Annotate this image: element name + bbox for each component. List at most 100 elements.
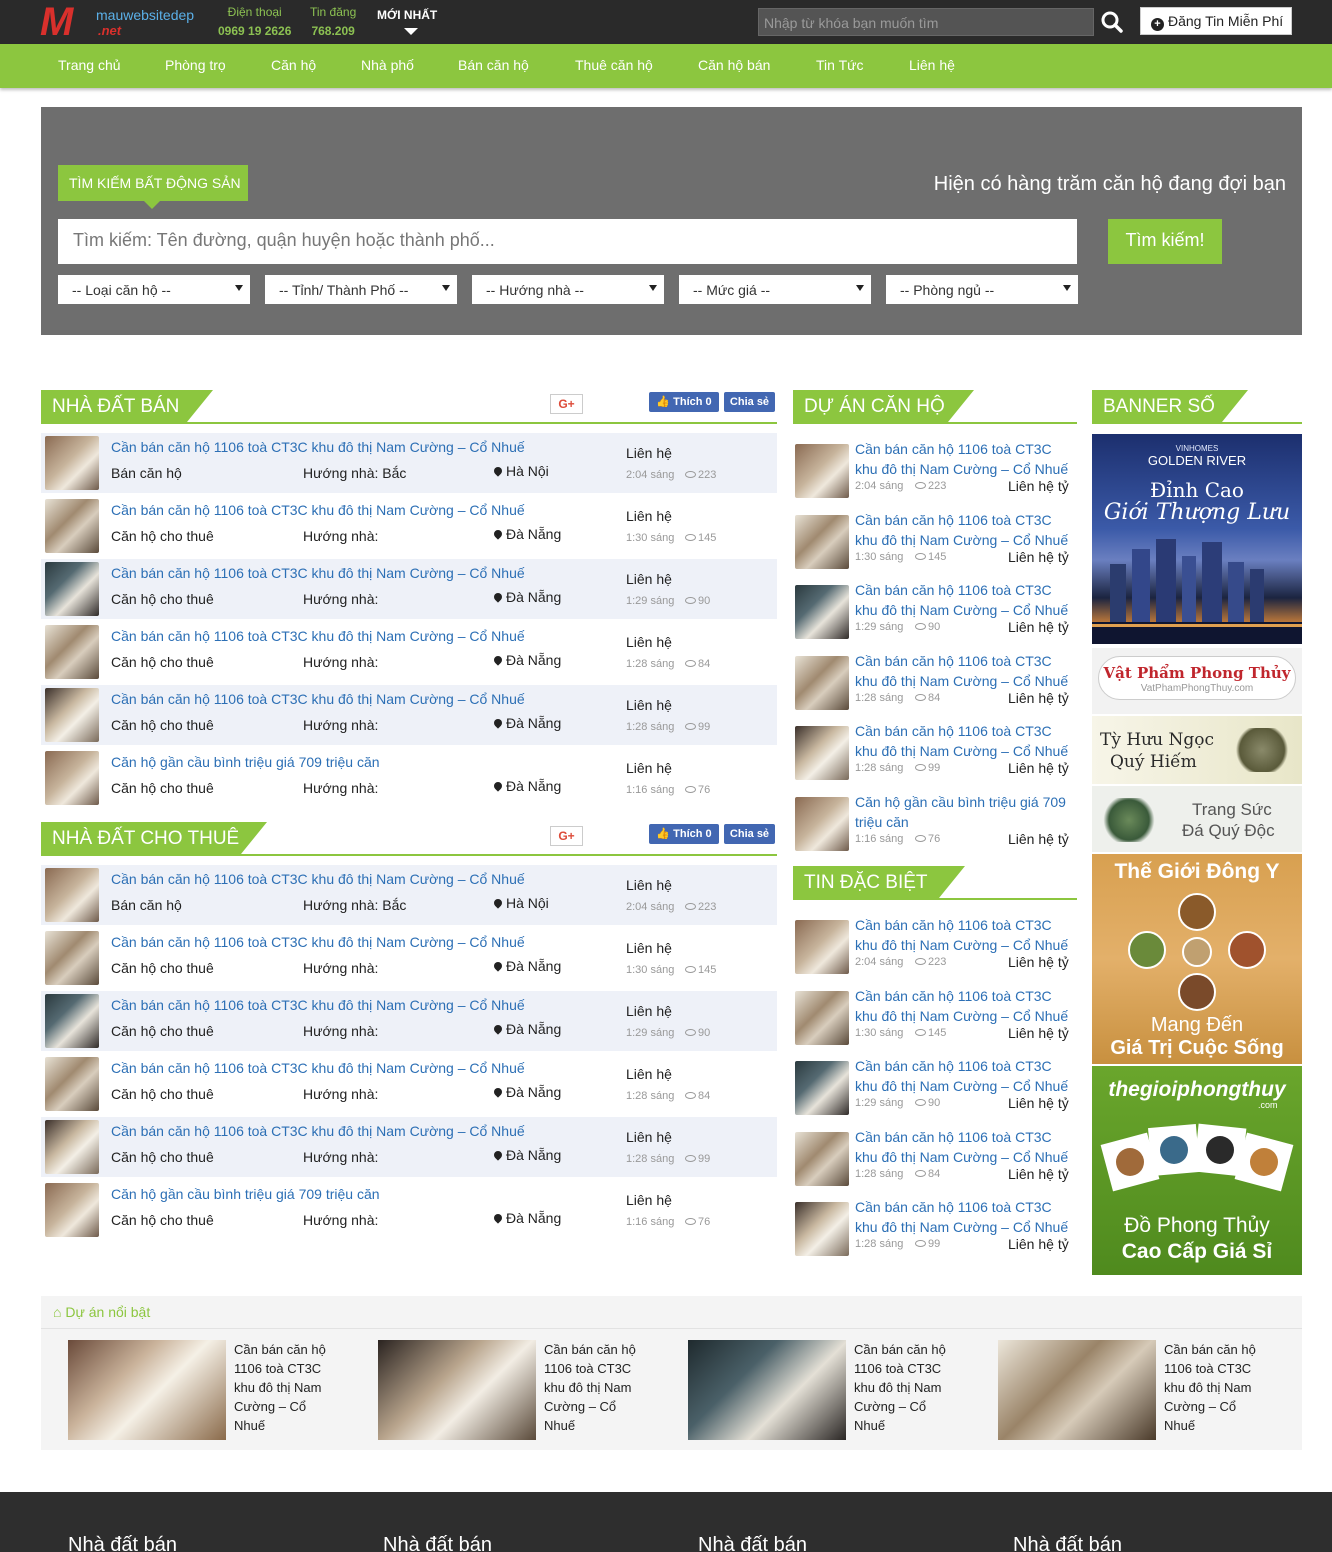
listing-thumbnail[interactable]: [45, 688, 99, 742]
project-row[interactable]: Cần bán căn hộ 1106 toà CT3C khu đô thị …: [793, 1194, 1077, 1262]
project-title[interactable]: Căn hộ gần cầu bình triệu giá 709 triệu …: [855, 792, 1077, 832]
nav-item-news[interactable]: Tin Tức: [816, 57, 864, 73]
project-row[interactable]: Cần bán căn hộ 1106 toà CT3C khu đô thị …: [793, 436, 1077, 504]
listing-thumbnail[interactable]: [45, 868, 99, 922]
listing-thumbnail[interactable]: [45, 562, 99, 616]
phone-contact[interactable]: Điện thoại 0969 19 2626: [218, 5, 291, 38]
project-title[interactable]: Cần bán căn hộ 1106 toà CT3C khu đô thị …: [855, 915, 1077, 955]
newest-dropdown[interactable]: MỚI NHẤT: [377, 8, 437, 35]
project-row[interactable]: Cần bán căn hộ 1106 toà CT3C khu đô thị …: [793, 507, 1077, 575]
featured-caption[interactable]: Cần bán căn hộ 1106 toà CT3C khu đô thị …: [234, 1340, 334, 1435]
project-row[interactable]: Cần bán căn hộ 1106 toà CT3C khu đô thị …: [793, 912, 1077, 980]
listing-row[interactable]: Cần bán căn hộ 1106 toà CT3C khu đô thị …: [41, 1117, 777, 1177]
listing-title[interactable]: Căn hộ gần cầu bình triệu giá 709 triệu …: [111, 1186, 380, 1202]
filter-city-select[interactable]: -- Tỉnh/ Thành Phố --: [265, 275, 457, 304]
listing-row[interactable]: Cần bán căn hộ 1106 toà CT3C khu đô thị …: [41, 991, 777, 1051]
project-thumbnail[interactable]: [795, 514, 849, 569]
header-search-input[interactable]: Nhập từ khóa bạn muốn tìm: [758, 8, 1094, 36]
listing-title[interactable]: Cần bán căn hộ 1106 toà CT3C khu đô thị …: [111, 1123, 525, 1139]
nav-item-apartment-sale[interactable]: Căn hộ bán: [698, 57, 770, 73]
project-row[interactable]: Căn hộ gần cầu bình triệu giá 709 triệu …: [793, 789, 1077, 857]
listing-thumbnail[interactable]: [45, 436, 99, 490]
filter-direction-select[interactable]: -- Hướng nhà --: [472, 275, 664, 304]
project-title[interactable]: Cần bán căn hộ 1106 toà CT3C khu đô thị …: [855, 986, 1077, 1026]
banner-vat-pham[interactable]: Vật Phẩm Phong Thủy VatPhamPhongThuy.com: [1092, 648, 1302, 714]
featured-caption[interactable]: Cần bán căn hộ 1106 toà CT3C khu đô thị …: [544, 1340, 644, 1435]
listing-title[interactable]: Căn hộ gần cầu bình triệu giá 709 triệu …: [111, 754, 380, 770]
listing-title[interactable]: Cần bán căn hộ 1106 toà CT3C khu đô thị …: [111, 628, 525, 644]
listing-title[interactable]: Cần bán căn hộ 1106 toà CT3C khu đô thị …: [111, 691, 525, 707]
listing-row[interactable]: Cần bán căn hộ 1106 toà CT3C khu đô thị …: [41, 928, 777, 988]
featured-caption[interactable]: Cần bán căn hộ 1106 toà CT3C khu đô thị …: [854, 1340, 954, 1435]
project-thumbnail[interactable]: [795, 444, 849, 498]
project-thumbnail[interactable]: [795, 796, 849, 851]
listing-row[interactable]: Căn hộ gần cầu bình triệu giá 709 triệu …: [41, 1180, 777, 1240]
project-thumbnail[interactable]: [795, 1202, 849, 1256]
project-row[interactable]: Cần bán căn hộ 1106 toà CT3C khu đô thị …: [793, 648, 1077, 716]
listing-title[interactable]: Cần bán căn hộ 1106 toà CT3C khu đô thị …: [111, 439, 525, 455]
nav-item-rooms[interactable]: Phòng trọ: [165, 57, 226, 73]
banner-trang-suc[interactable]: Trang Sức Đá Quý Độc: [1092, 786, 1302, 852]
project-thumbnail[interactable]: [795, 920, 849, 974]
facebook-like-button[interactable]: 👍 Thích 0: [649, 824, 719, 844]
featured-image[interactable]: [378, 1340, 536, 1440]
banner-ty-huu[interactable]: Tỳ Hưu Ngọc Quý Hiếm: [1092, 716, 1302, 784]
listing-title[interactable]: Cần bán căn hộ 1106 toà CT3C khu đô thị …: [111, 502, 525, 518]
listing-title[interactable]: Cần bán căn hộ 1106 toà CT3C khu đô thị …: [111, 871, 525, 887]
listing-title[interactable]: Cần bán căn hộ 1106 toà CT3C khu đô thị …: [111, 1060, 525, 1076]
filter-type-select[interactable]: -- Loại căn hộ --: [58, 275, 250, 304]
listing-thumbnail[interactable]: [45, 499, 99, 553]
facebook-like-button[interactable]: 👍 Thích 0: [649, 392, 719, 412]
project-thumbnail[interactable]: [795, 585, 849, 639]
project-title[interactable]: Cần bán căn hộ 1106 toà CT3C khu đô thị …: [855, 651, 1077, 691]
project-row[interactable]: Cần bán căn hộ 1106 toà CT3C khu đô thị …: [793, 577, 1077, 645]
search-icon[interactable]: [1098, 8, 1126, 36]
project-title[interactable]: Cần bán căn hộ 1106 toà CT3C khu đô thị …: [855, 721, 1077, 761]
nav-item-contact[interactable]: Liên hệ: [909, 57, 955, 73]
main-search-input[interactable]: Tìm kiếm: Tên đường, quận huyện hoặc thà…: [58, 219, 1077, 264]
banner-golden-river[interactable]: VINHOMES GOLDEN RIVER Đỉnh Cao Giới Thượ…: [1092, 434, 1302, 644]
listing-row[interactable]: Căn hộ gần cầu bình triệu giá 709 triệu …: [41, 748, 777, 808]
project-thumbnail[interactable]: [795, 655, 849, 710]
post-free-button[interactable]: + Đăng Tin Miễn Phí: [1140, 7, 1292, 35]
nav-item-sell-apartment[interactable]: Bán căn hộ: [458, 57, 529, 73]
listing-row[interactable]: Cần bán căn hộ 1106 toà CT3C khu đô thị …: [41, 685, 777, 745]
featured-image[interactable]: [998, 1340, 1156, 1440]
listing-title[interactable]: Cần bán căn hộ 1106 toà CT3C khu đô thị …: [111, 565, 525, 581]
project-thumbnail[interactable]: [795, 726, 849, 780]
project-title[interactable]: Cần bán căn hộ 1106 toà CT3C khu đô thị …: [855, 580, 1077, 620]
project-row[interactable]: Cần bán căn hộ 1106 toà CT3C khu đô thị …: [793, 1124, 1077, 1192]
project-title[interactable]: Cần bán căn hộ 1106 toà CT3C khu đô thị …: [855, 1197, 1077, 1237]
project-title[interactable]: Cần bán căn hộ 1106 toà CT3C khu đô thị …: [855, 439, 1077, 479]
listing-thumbnail[interactable]: [45, 994, 99, 1048]
project-row[interactable]: Cần bán căn hộ 1106 toà CT3C khu đô thị …: [793, 983, 1077, 1051]
filter-bedrooms-select[interactable]: -- Phòng ngủ --: [886, 275, 1078, 304]
project-row[interactable]: Cần bán căn hộ 1106 toà CT3C khu đô thị …: [793, 1053, 1077, 1121]
listing-thumbnail[interactable]: [45, 931, 99, 985]
listing-row[interactable]: Cần bán căn hộ 1106 toà CT3C khu đô thị …: [41, 622, 777, 682]
google-plus-button[interactable]: G+: [550, 394, 583, 414]
listing-row[interactable]: Cần bán căn hộ 1106 toà CT3C khu đô thị …: [41, 559, 777, 619]
listing-thumbnail[interactable]: [45, 625, 99, 679]
listing-row[interactable]: Cần bán căn hộ 1106 toà CT3C khu đô thị …: [41, 1054, 777, 1114]
nav-item-home[interactable]: Trang chủ: [58, 57, 121, 73]
listing-thumbnail[interactable]: [45, 1183, 99, 1237]
featured-image[interactable]: [688, 1340, 846, 1440]
project-row[interactable]: Cần bán căn hộ 1106 toà CT3C khu đô thị …: [793, 718, 1077, 786]
listing-thumbnail[interactable]: [45, 1120, 99, 1174]
featured-image[interactable]: [68, 1340, 226, 1440]
nav-item-rent-apartment[interactable]: Thuê căn hộ: [575, 57, 653, 73]
site-logo[interactable]: M mauwebsitedep .net: [40, 2, 200, 42]
facebook-share-button[interactable]: Chia sẻ: [724, 824, 775, 844]
listing-row[interactable]: Cần bán căn hộ 1106 toà CT3C khu đô thị …: [41, 865, 777, 925]
project-thumbnail[interactable]: [795, 990, 849, 1045]
banner-the-gioi-phong-thuy[interactable]: thegioiphongthuy .com Đồ Phong Thủy Cao …: [1092, 1066, 1302, 1275]
filter-price-select[interactable]: -- Mức giá --: [679, 275, 871, 304]
listing-title[interactable]: Cần bán căn hộ 1106 toà CT3C khu đô thị …: [111, 934, 525, 950]
project-title[interactable]: Cần bán căn hộ 1106 toà CT3C khu đô thị …: [855, 1127, 1077, 1167]
project-title[interactable]: Cần bán căn hộ 1106 toà CT3C khu đô thị …: [855, 1056, 1077, 1096]
banner-dong-y[interactable]: Thế Giới Đông Y Mang Đến Giá Trị Cuộc Số…: [1092, 854, 1302, 1064]
google-plus-button[interactable]: G+: [550, 826, 583, 846]
listing-thumbnail[interactable]: [45, 1057, 99, 1111]
project-title[interactable]: Cần bán căn hộ 1106 toà CT3C khu đô thị …: [855, 510, 1077, 550]
